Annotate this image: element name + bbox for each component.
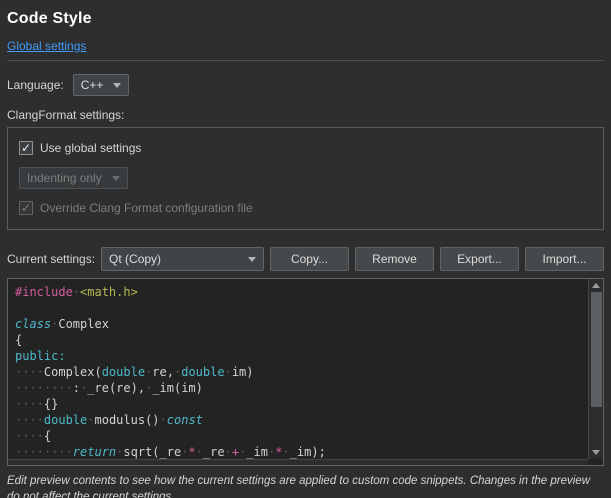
chevron-down-icon [112, 176, 120, 181]
code-preview-editor: #include·<math.h> class·Complex{public:·… [7, 278, 604, 466]
chevron-down-icon [113, 83, 121, 88]
use-global-settings-label: Use global settings [40, 141, 141, 155]
use-global-settings-checkbox[interactable]: ✓ [19, 141, 33, 155]
scroll-down-icon[interactable] [592, 450, 600, 455]
vertical-scrollbar-thumb[interactable] [591, 292, 602, 407]
code-style-settings-page: Code Style Global settings Language: C++… [0, 0, 611, 498]
clangformat-group-label: ClangFormat settings: [7, 108, 604, 122]
clangformat-mode-dropdown: Indenting only [19, 167, 128, 189]
override-config-row: ✓ Override Clang Format configuration fi… [19, 201, 592, 215]
current-settings-label: Current settings: [7, 252, 95, 266]
separator [7, 60, 604, 61]
clangformat-mode-value: Indenting only [27, 171, 102, 185]
language-dropdown[interactable]: C++ [73, 74, 130, 96]
language-dropdown-value: C++ [81, 78, 104, 92]
use-global-settings-row: ✓ Use global settings [19, 141, 592, 155]
global-settings-link[interactable]: Global settings [7, 39, 86, 53]
current-settings-value: Qt (Copy) [109, 252, 161, 266]
language-row: Language: C++ [7, 74, 604, 96]
override-config-checkbox: ✓ [19, 201, 33, 215]
clangformat-group-body: ✓ Use global settings Indenting only ✓ O… [7, 127, 604, 230]
clangformat-group: ClangFormat settings: ✓ Use global setti… [7, 108, 604, 230]
current-settings-row: Current settings: Qt (Copy) Copy... Remo… [7, 247, 604, 271]
clangformat-mode-row: Indenting only [19, 167, 592, 189]
vertical-scrollbar[interactable] [588, 279, 603, 459]
scroll-up-icon[interactable] [592, 283, 600, 288]
import-button[interactable]: Import... [525, 247, 604, 271]
chevron-down-icon [248, 257, 256, 262]
language-label: Language: [7, 78, 64, 92]
checkmark-icon: ✓ [21, 202, 31, 214]
checkmark-icon: ✓ [21, 142, 31, 154]
export-button[interactable]: Export... [440, 247, 519, 271]
current-settings-dropdown[interactable]: Qt (Copy) [101, 247, 264, 271]
code-editor-content[interactable]: #include·<math.h> class·Complex{public:·… [8, 279, 588, 459]
horizontal-scrollbar[interactable] [8, 459, 588, 465]
page-title: Code Style [7, 10, 604, 28]
override-config-label: Override Clang Format configuration file [40, 201, 253, 215]
footer-hint-text: Edit preview contents to see how the cur… [7, 474, 604, 498]
copy-button[interactable]: Copy... [270, 247, 349, 271]
remove-button[interactable]: Remove [355, 247, 434, 271]
